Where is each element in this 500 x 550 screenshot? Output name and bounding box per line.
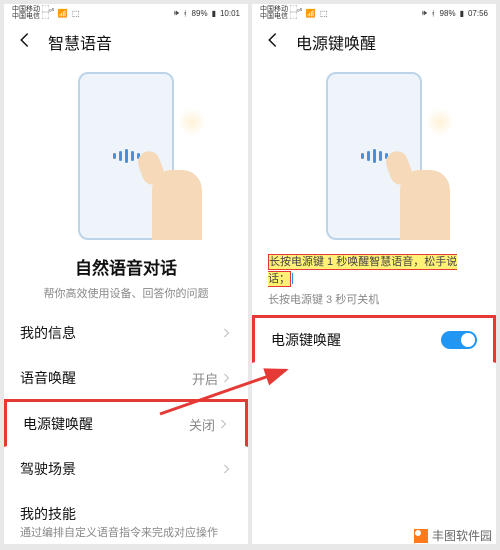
wifi-icon: ⬚ bbox=[72, 9, 80, 18]
row-my-info[interactable]: 我的信息 bbox=[4, 311, 248, 356]
row-label: 我的信息 bbox=[20, 323, 76, 343]
status-bar: 中国移动 ⬚ₒₗₗ 中国电信 ⬚ 📶 ⬚ 🕪 ᚼ 98% ▮ 07:56 bbox=[252, 4, 496, 22]
row-label: 电源键唤醒 bbox=[23, 414, 93, 434]
row-voice-wake[interactable]: 语音唤醒 开启 bbox=[4, 356, 248, 401]
back-icon[interactable] bbox=[16, 31, 34, 54]
signal-icon: 📶 bbox=[306, 9, 316, 18]
illustration bbox=[4, 62, 248, 240]
row-label: 电源键唤醒 bbox=[271, 330, 341, 350]
row-value: 关闭 bbox=[189, 415, 215, 434]
carrier-2: 中国电信 ⬚ bbox=[12, 13, 54, 20]
page-title: 智慧语音 bbox=[48, 30, 112, 54]
hero-subtitle: 帮你高效使用设备、回答你的问题 bbox=[20, 285, 232, 301]
clock: 07:56 bbox=[468, 9, 488, 18]
page-title: 电源键唤醒 bbox=[296, 30, 376, 54]
instruction-note: 长按电源键 1 秒唤醒智慧语音，松手说话； bbox=[268, 254, 480, 287]
carrier-1: 中国移动 ⬚ₒₗₗ bbox=[260, 6, 302, 13]
hand-graphic bbox=[392, 130, 452, 240]
clock: 10:01 bbox=[220, 9, 240, 18]
secondary-note: 长按电源键 3 秒可关机 bbox=[268, 291, 480, 307]
carrier-1: 中国移动 ⬚ₒₗₗ bbox=[12, 6, 54, 13]
settings-list: 电源键唤醒 bbox=[252, 315, 496, 363]
back-icon[interactable] bbox=[264, 31, 282, 54]
title-bar: 智慧语音 bbox=[4, 22, 248, 62]
wifi-icon: ⬚ bbox=[320, 9, 328, 18]
phone-right: 中国移动 ⬚ₒₗₗ 中国电信 ⬚ 📶 ⬚ 🕪 ᚼ 98% ▮ 07:56 电源键… bbox=[252, 4, 496, 544]
row-desc: 通过编排自定义语音指令来完成对应操作 bbox=[20, 526, 218, 540]
bt-icon: ᚼ bbox=[431, 9, 436, 18]
text-cursor bbox=[292, 273, 293, 284]
battery-icon: ▮ bbox=[460, 9, 464, 18]
carrier-2: 中国电信 ⬚ bbox=[260, 13, 302, 20]
row-value: 开启 bbox=[192, 369, 218, 388]
row-drive[interactable]: 驾驶场景 bbox=[4, 447, 248, 492]
bt-icon: ᚼ bbox=[183, 9, 188, 18]
row-power-wake-toggle[interactable]: 电源键唤醒 bbox=[252, 315, 496, 363]
battery-pct: 98% bbox=[440, 9, 456, 18]
settings-list: 我的信息 语音唤醒 开启 电源键唤醒 关闭 驾驶场景 我的技能 通过编排自定义语… bbox=[4, 311, 248, 544]
watermark-text: 丰图软件园 bbox=[432, 527, 492, 544]
phone-left: 中国移动 ⬚ₒₗₗ 中国电信 ⬚ 📶 ⬚ 🕪 ᚼ 89% ▮ 10:01 智慧语… bbox=[4, 4, 248, 544]
toggle-switch[interactable] bbox=[441, 331, 477, 349]
hero-heading: 自然语音对话 bbox=[4, 254, 248, 279]
row-skills[interactable]: 我的技能 通过编排自定义语音指令来完成对应操作 bbox=[4, 492, 248, 544]
row-label: 语音唤醒 bbox=[20, 368, 76, 388]
chevron-right-icon bbox=[220, 372, 232, 384]
battery-icon: ▮ bbox=[212, 9, 216, 18]
sound-icon bbox=[113, 149, 140, 163]
hand-graphic bbox=[144, 130, 204, 240]
sound-icon: 🕪 bbox=[422, 8, 427, 18]
sound-icon: 🕪 bbox=[174, 8, 179, 18]
signal-icon: 📶 bbox=[58, 9, 68, 18]
chevron-right-icon bbox=[217, 418, 229, 430]
battery-pct: 89% bbox=[192, 9, 208, 18]
chevron-right-icon bbox=[220, 327, 232, 339]
row-power-wake[interactable]: 电源键唤醒 关闭 bbox=[4, 399, 248, 447]
highlighted-text: 长按电源键 1 秒唤醒智慧语音，松手说话； bbox=[268, 254, 457, 287]
logo-icon bbox=[414, 529, 428, 543]
row-label: 驾驶场景 bbox=[20, 459, 76, 479]
illustration bbox=[252, 62, 496, 240]
watermark: 丰图软件园 bbox=[414, 527, 492, 544]
status-bar: 中国移动 ⬚ₒₗₗ 中国电信 ⬚ 📶 ⬚ 🕪 ᚼ 89% ▮ 10:01 bbox=[4, 4, 248, 22]
title-bar: 电源键唤醒 bbox=[252, 22, 496, 62]
row-label: 我的技能 bbox=[20, 504, 76, 524]
chevron-right-icon bbox=[220, 463, 232, 475]
sound-icon bbox=[361, 149, 388, 163]
